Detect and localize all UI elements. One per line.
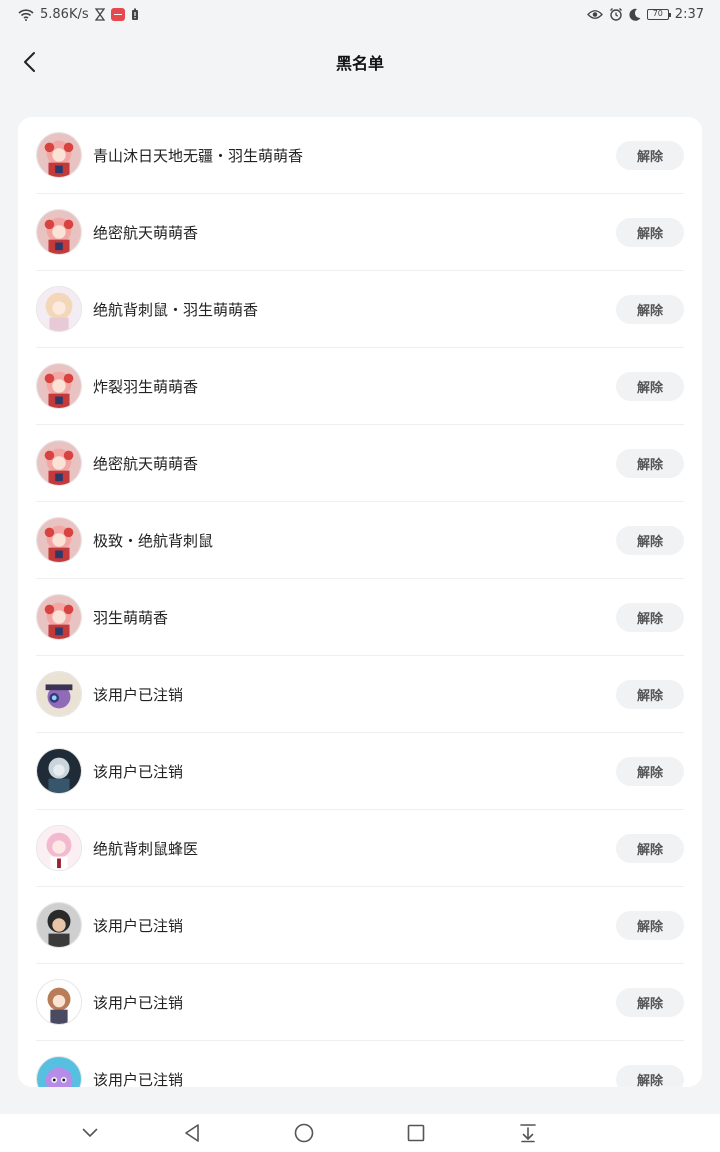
notification-pulldown-button[interactable] <box>514 1120 542 1146</box>
user-avatar[interactable] <box>36 286 82 332</box>
blocked-user-row[interactable]: 该用户已注销 解除 <box>36 655 684 732</box>
user-avatar[interactable] <box>36 440 82 486</box>
user-name: 青山沐日天地无疆・羽生萌萌香 <box>93 146 304 165</box>
status-bar: 5.86K/s 70 2:37 <box>0 0 720 28</box>
battery-indicator: 70 <box>646 8 671 20</box>
square-recents-icon <box>407 1124 425 1142</box>
unblock-button[interactable]: 解除 <box>616 294 684 324</box>
user-name: 绝航背刺鼠・羽生萌萌香 <box>93 300 259 319</box>
unblock-button[interactable]: 解除 <box>616 1064 684 1087</box>
battery-saver-icon <box>131 8 139 21</box>
system-navigation-bar <box>0 1114 720 1152</box>
user-avatar[interactable] <box>36 1056 82 1087</box>
app-notification-icon <box>110 7 125 21</box>
nav-recents-button[interactable] <box>402 1120 430 1146</box>
user-name: 羽生萌萌香 <box>93 608 169 627</box>
unblock-button[interactable]: 解除 <box>616 525 684 555</box>
triangle-back-icon <box>185 1124 199 1142</box>
user-avatar[interactable] <box>36 517 82 563</box>
alarm-icon <box>609 7 623 21</box>
network-speed: 5.86K/s <box>40 6 89 22</box>
blocked-user-row[interactable]: 极致・绝航背刺鼠 解除 <box>36 501 684 578</box>
unblock-button[interactable]: 解除 <box>616 140 684 170</box>
blocked-user-row[interactable]: 青山沐日天地无疆・羽生萌萌香 解除 <box>36 117 684 193</box>
page-title: 黑名单 <box>335 54 384 73</box>
user-name: 绝航背刺鼠蜂医 <box>93 839 199 858</box>
hourglass-icon <box>94 7 105 21</box>
blocked-user-row[interactable]: 该用户已注销 解除 <box>36 963 684 1040</box>
user-avatar[interactable] <box>36 363 82 409</box>
blocked-user-row[interactable]: 该用户已注销 解除 <box>36 1040 684 1087</box>
chevron-down-icon <box>82 1128 98 1138</box>
unblock-button[interactable]: 解除 <box>616 910 684 940</box>
user-avatar[interactable] <box>36 671 82 717</box>
wifi-icon <box>18 8 34 21</box>
hide-keyboard-button[interactable] <box>76 1120 104 1146</box>
user-name: 该用户已注销 <box>93 762 184 781</box>
blocked-user-row[interactable]: 绝密航天萌萌香 解除 <box>36 424 684 501</box>
user-avatar[interactable] <box>36 209 82 255</box>
user-name: 该用户已注销 <box>93 1070 184 1088</box>
pulldown-arrow-icon <box>520 1124 536 1143</box>
unblock-button[interactable]: 解除 <box>616 987 684 1017</box>
user-name: 该用户已注销 <box>93 685 184 704</box>
nav-back-button[interactable] <box>178 1120 206 1146</box>
page-header: 黑名单 <box>0 28 720 96</box>
user-name: 极致・绝航背刺鼠 <box>93 531 214 550</box>
blocked-user-row[interactable]: 绝密航天萌萌香 解除 <box>36 193 684 270</box>
circle-home-icon <box>294 1123 314 1143</box>
unblock-button[interactable]: 解除 <box>616 602 684 632</box>
unblock-button[interactable]: 解除 <box>616 833 684 863</box>
unblock-button[interactable]: 解除 <box>616 371 684 401</box>
blocked-user-row[interactable]: 炸裂羽生萌萌香 解除 <box>36 347 684 424</box>
moon-icon <box>629 8 641 21</box>
blocked-user-row[interactable]: 绝航背刺鼠蜂医 解除 <box>36 809 684 886</box>
user-name: 炸裂羽生萌萌香 <box>93 377 199 396</box>
user-name: 绝密航天萌萌香 <box>93 223 199 242</box>
blocked-user-row[interactable]: 该用户已注销 解除 <box>36 886 684 963</box>
user-avatar[interactable] <box>36 594 82 640</box>
unblock-button[interactable]: 解除 <box>616 448 684 478</box>
blocklist-card: 青山沐日天地无疆・羽生萌萌香 解除 绝密航天萌萌香 解除 绝航背刺鼠・羽生萌萌香 解除 炸裂… <box>18 117 702 1087</box>
user-avatar[interactable] <box>36 825 82 871</box>
unblock-button[interactable]: 解除 <box>616 679 684 709</box>
unblock-button[interactable]: 解除 <box>616 217 684 247</box>
user-avatar[interactable] <box>36 902 82 948</box>
user-name: 绝密航天萌萌香 <box>93 454 199 473</box>
blocked-user-row[interactable]: 羽生萌萌香 解除 <box>36 578 684 655</box>
user-name: 该用户已注销 <box>93 916 184 935</box>
clock: 2:37 <box>674 6 704 22</box>
user-name: 该用户已注销 <box>93 993 184 1012</box>
unblock-button[interactable]: 解除 <box>616 756 684 786</box>
blocked-user-row[interactable]: 该用户已注销 解除 <box>36 732 684 809</box>
user-avatar[interactable] <box>36 132 82 178</box>
user-avatar[interactable] <box>36 979 82 1025</box>
nav-home-button[interactable] <box>290 1120 318 1146</box>
user-avatar[interactable] <box>36 748 82 794</box>
eye-icon <box>586 9 603 20</box>
blocked-user-row[interactable]: 绝航背刺鼠・羽生萌萌香 解除 <box>36 270 684 347</box>
